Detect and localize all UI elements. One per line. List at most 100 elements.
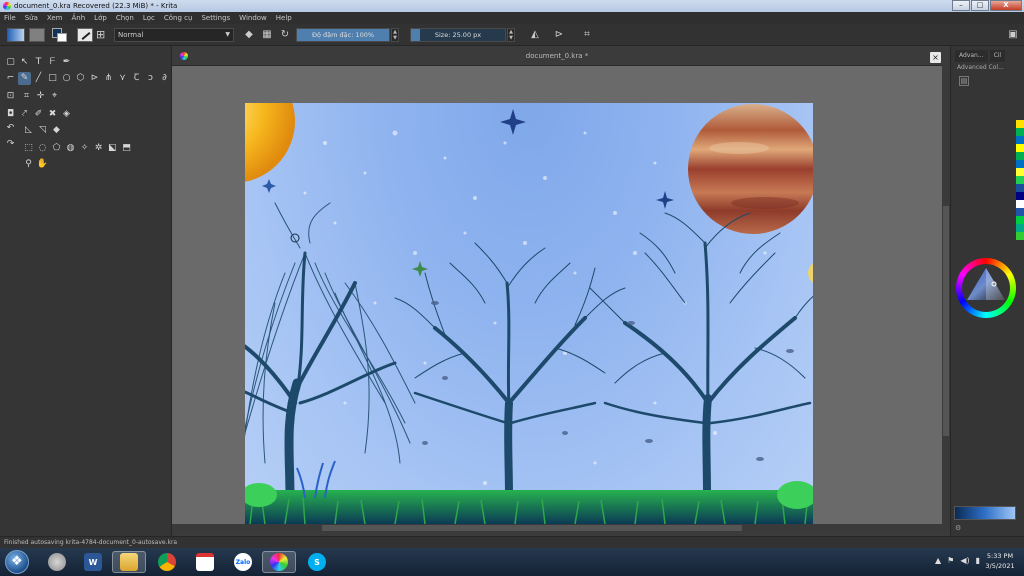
colorize-icon[interactable]: ◆ <box>50 124 63 137</box>
menu-layer[interactable]: Lớp <box>94 14 107 22</box>
taskbar-clock[interactable]: 5:33 PM 3/5/2021 <box>982 551 1018 571</box>
gradient-selector[interactable] <box>7 28 25 42</box>
gradient-edit-icon[interactable]: ⌐ <box>4 72 17 85</box>
rectangle-tool-icon[interactable]: □ <box>46 72 59 85</box>
crop-frame-icon[interactable]: ⊡ <box>4 90 17 103</box>
palette-swatch[interactable] <box>1016 224 1024 232</box>
outline-select-icon[interactable]: ◍ <box>64 142 77 155</box>
minimize-button[interactable]: – <box>952 0 970 11</box>
vertical-scrollbar[interactable] <box>942 66 950 524</box>
brush-preset-button[interactable] <box>77 28 93 42</box>
menu-settings[interactable]: Settings <box>201 14 230 22</box>
taskbar-chrome[interactable] <box>150 551 184 573</box>
reference-tool-icon[interactable]: ◹ <box>36 124 49 137</box>
palette-swatch[interactable] <box>1016 120 1024 128</box>
ellipse-select-icon[interactable]: ◌ <box>36 142 49 155</box>
rect-select-icon[interactable]: ⬚ <box>22 142 35 155</box>
similar-select-icon[interactable]: ✲ <box>92 142 105 155</box>
canvas-area[interactable]: document_0.kra * <box>172 46 942 524</box>
taskbar-file-explorer[interactable] <box>112 551 146 573</box>
pattern-selector[interactable] <box>29 28 45 42</box>
freehand-path-icon[interactable]: ⋎ <box>116 72 129 85</box>
polygon-select-icon[interactable]: ⬠ <box>50 142 63 155</box>
eyedropper-icon[interactable]: ✐ <box>32 108 45 121</box>
taskbar-calendar[interactable] <box>188 551 222 573</box>
calligraphy-icon[interactable]: ᖴ <box>46 56 59 69</box>
color-wheel[interactable] <box>956 258 1016 318</box>
wrap-around-icon[interactable]: ⌗ <box>580 28 594 42</box>
undo-icon[interactable]: ↶ <box>4 122 17 135</box>
fill-bucket-icon[interactable]: ◈ <box>60 108 73 121</box>
menu-filter[interactable]: Lọc <box>143 14 155 22</box>
transform-icon[interactable]: ⌗ <box>20 90 33 103</box>
multibrush-icon[interactable]: ↄ <box>144 72 157 85</box>
document-tab[interactable]: document_0.kra * <box>172 46 942 66</box>
bezier-tool-icon[interactable]: ⋔ <box>102 72 115 85</box>
palette-swatch[interactable] <box>1016 144 1024 152</box>
docker-tab-second[interactable]: Cil <box>989 50 1006 62</box>
fg-bg-color-selector[interactable] <box>52 28 68 42</box>
palette-swatch[interactable] <box>1016 200 1024 208</box>
palette-swatch[interactable] <box>1016 216 1024 224</box>
magnetic-select-icon[interactable]: ⬒ <box>120 142 133 155</box>
mirror-vertical-icon[interactable]: ⊳ <box>552 28 566 42</box>
settings-icon[interactable]: ▤ <box>959 76 969 86</box>
menu-select[interactable]: Chọn <box>116 14 134 22</box>
move-tool-icon[interactable]: ✛ <box>34 90 47 103</box>
network-icon[interactable]: ▮ <box>976 556 980 565</box>
gradient-preview-strip[interactable] <box>954 506 1016 520</box>
pen-icon[interactable]: ✒ <box>60 56 73 69</box>
menu-image[interactable]: Ảnh <box>72 14 86 22</box>
maximize-button[interactable]: □ <box>971 0 989 11</box>
blend-mode-select[interactable]: Normal ▼ <box>114 28 234 42</box>
background-color[interactable] <box>57 33 67 42</box>
painting-canvas[interactable] <box>245 103 813 524</box>
select-shapes-icon[interactable]: ▢ <box>4 56 17 69</box>
polyline-tool-icon[interactable]: ⊳ <box>88 72 101 85</box>
menu-tools[interactable]: Công cụ <box>164 14 193 22</box>
palette-swatch[interactable] <box>1016 176 1024 184</box>
polygon-tool-icon[interactable]: ⬡ <box>74 72 87 85</box>
opacity-spinner[interactable]: ▲ ▼ <box>391 28 399 42</box>
taskbar-settings-app[interactable] <box>40 551 74 573</box>
taskbar-word[interactable]: W <box>76 551 110 573</box>
bezier-select-icon[interactable]: ⬕ <box>106 142 119 155</box>
ellipse-tool-icon[interactable]: ○ <box>60 72 73 85</box>
menu-help[interactable]: Help <box>276 14 292 22</box>
menu-file[interactable]: File <box>4 14 16 22</box>
eraser-icon[interactable]: ◆ <box>242 28 256 42</box>
horizontal-scrollbar[interactable] <box>172 524 950 532</box>
smart-patch-icon[interactable]: ✖ <box>46 108 59 121</box>
menu-view[interactable]: Xem <box>47 14 63 22</box>
palette-swatch[interactable] <box>1016 192 1024 200</box>
horizontal-scroll-thumb[interactable] <box>322 525 742 531</box>
docker-settings-icon[interactable]: ⚙ <box>955 524 961 532</box>
palette-swatch[interactable] <box>1016 208 1024 216</box>
size-spinner[interactable]: ▲ ▼ <box>507 28 515 42</box>
pointer-icon[interactable]: ↖ <box>18 56 31 69</box>
palette-swatch[interactable] <box>1016 168 1024 176</box>
assistant-tool-icon[interactable]: ◘ <box>4 108 17 121</box>
palette-swatch[interactable] <box>1016 136 1024 144</box>
zoom-icon[interactable]: ⚲ <box>22 158 35 171</box>
taskbar-krita[interactable] <box>262 551 296 573</box>
measure-tool-icon[interactable]: ◺ <box>22 124 35 137</box>
assistant-icon[interactable]: ∂ <box>158 72 171 85</box>
contiguous-select-icon[interactable]: ✧ <box>78 142 91 155</box>
flag-icon[interactable]: ⚑ <box>947 556 954 565</box>
text-tool-icon[interactable]: T <box>32 56 45 69</box>
tray-expand-icon[interactable]: ▲ <box>935 556 941 565</box>
freehand-brush-icon[interactable]: ✎ <box>18 72 31 85</box>
palette-swatch[interactable] <box>1016 184 1024 192</box>
mirror-horizontal-icon[interactable]: ◭ <box>528 28 542 42</box>
docker-tab-advanced[interactable]: Advan... <box>955 50 988 62</box>
brush-settings-icon[interactable]: ⊞ <box>96 28 108 42</box>
menu-window[interactable]: Window <box>239 14 267 22</box>
taskbar-skype[interactable]: S <box>300 551 334 573</box>
palette-swatch[interactable] <box>1016 160 1024 168</box>
close-button[interactable]: X <box>990 0 1022 11</box>
redo-icon[interactable]: ↷ <box>4 138 17 151</box>
vertical-scroll-thumb[interactable] <box>943 206 949 436</box>
pan-hand-icon[interactable]: ✋ <box>36 158 49 171</box>
taskbar-zalo[interactable]: Zalo <box>226 551 260 573</box>
